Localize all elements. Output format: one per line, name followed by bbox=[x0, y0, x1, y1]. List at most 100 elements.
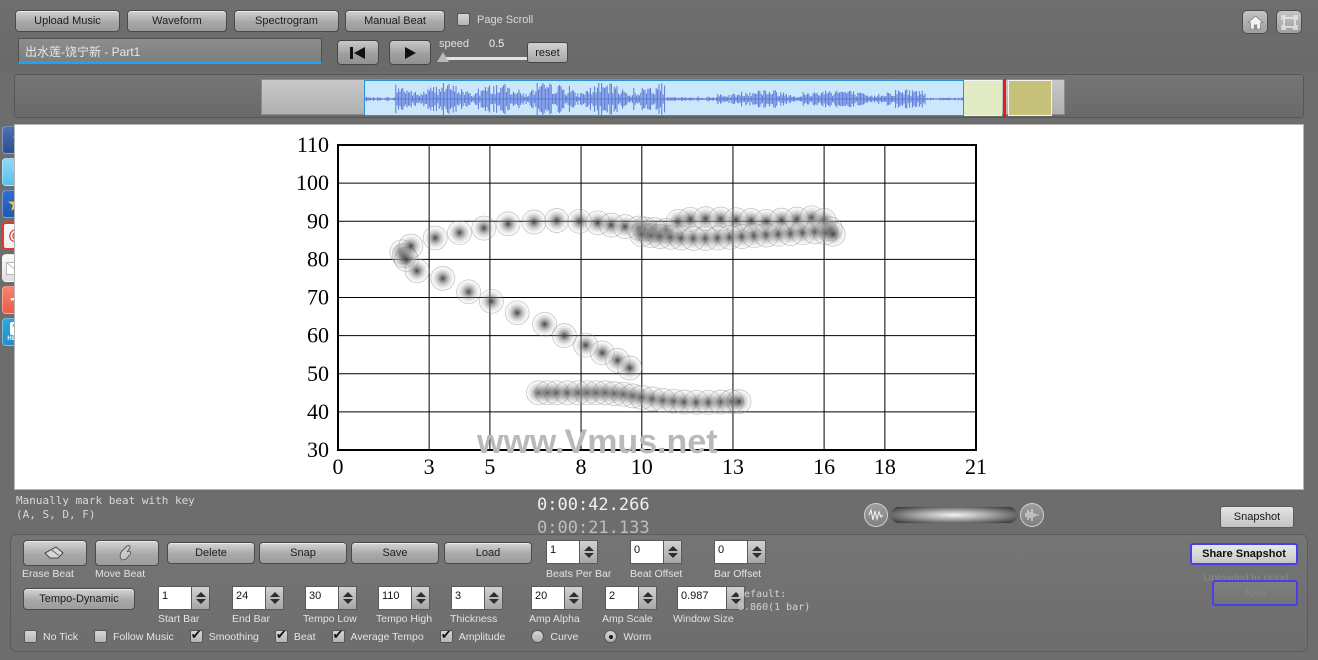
tempo-worm-plot[interactable]: 3040506070809010011003581013161821 bbox=[15, 125, 1303, 489]
curve-label: Curve bbox=[550, 631, 578, 643]
amplitude-slider-track[interactable] bbox=[890, 506, 1018, 524]
option-no-tick[interactable]: No Tick bbox=[24, 630, 78, 643]
move-beat-button[interactable] bbox=[95, 540, 159, 566]
tempo-low-arrows[interactable] bbox=[339, 586, 357, 610]
bar-offset-label: Bar Offset bbox=[714, 568, 761, 580]
amp-alpha-arrows[interactable] bbox=[565, 586, 583, 610]
amp-scale-label: Amp Scale bbox=[602, 613, 653, 625]
bar-offset-input[interactable]: 0 bbox=[714, 540, 748, 564]
option-amplitude[interactable]: Amplitude bbox=[440, 630, 506, 643]
amp-alpha-stepper[interactable]: 20 bbox=[531, 586, 583, 610]
tempo-high-stepper[interactable]: 110 bbox=[378, 586, 430, 610]
end-bar-arrows[interactable] bbox=[266, 586, 284, 610]
waveform-selection-region[interactable] bbox=[364, 80, 964, 116]
load-button[interactable]: Load bbox=[444, 542, 532, 564]
option-worm[interactable]: Worm bbox=[604, 630, 651, 643]
home-button[interactable] bbox=[1242, 10, 1268, 34]
waveform-tail-region[interactable] bbox=[1008, 80, 1052, 116]
window-size-stepper[interactable]: 0.987 bbox=[677, 586, 745, 610]
waveform-button[interactable]: Waveform bbox=[127, 10, 227, 32]
waveform-overview-track[interactable] bbox=[261, 79, 1065, 115]
smoothing-checkbox[interactable] bbox=[190, 630, 203, 643]
option-beat[interactable]: Beat bbox=[275, 630, 316, 643]
page-scroll-checkbox-group[interactable]: Page Scroll bbox=[457, 13, 533, 26]
tempo-high-input[interactable]: 110 bbox=[378, 586, 412, 610]
thickness-arrows[interactable] bbox=[485, 586, 503, 610]
amplitude-checkbox[interactable] bbox=[440, 630, 453, 643]
waveform-playhead[interactable] bbox=[1003, 79, 1006, 117]
join-button[interactable]: JOIN bbox=[1212, 580, 1298, 606]
worm-radio[interactable] bbox=[604, 630, 617, 643]
tempo-low-stepper[interactable]: 30 bbox=[305, 586, 357, 610]
beat-label: Beat bbox=[294, 631, 316, 643]
erase-beat-button[interactable] bbox=[23, 540, 87, 566]
bar-offset-arrows[interactable] bbox=[748, 540, 766, 564]
bar-offset-stepper[interactable]: 0 bbox=[714, 540, 766, 564]
thickness-input[interactable]: 3 bbox=[451, 586, 485, 610]
start-bar-stepper[interactable]: 1 bbox=[158, 586, 210, 610]
tempo-dynamic-button[interactable]: Tempo-Dynamic bbox=[23, 588, 135, 610]
option-follow-music[interactable]: Follow Music bbox=[94, 630, 174, 643]
page-scroll-checkbox[interactable] bbox=[457, 13, 470, 26]
save-button[interactable]: Save bbox=[351, 542, 439, 564]
option-average-tempo[interactable]: Average Tempo bbox=[332, 630, 424, 643]
tempo-chart-panel[interactable]: 3040506070809010011003581013161821 www.V… bbox=[14, 124, 1304, 490]
beat-offset-arrows[interactable] bbox=[664, 540, 682, 564]
share-snapshot-button[interactable]: Share Snapshot bbox=[1190, 543, 1298, 565]
page-scroll-label: Page Scroll bbox=[477, 14, 533, 26]
window-size-input[interactable]: 0.987 bbox=[677, 586, 727, 610]
fullscreen-button[interactable] bbox=[1276, 10, 1302, 34]
home-icon bbox=[1247, 15, 1264, 30]
beats-per-bar-input[interactable]: 1 bbox=[546, 540, 580, 564]
tempo-low-input[interactable]: 30 bbox=[305, 586, 339, 610]
upload-music-button[interactable]: Upload Music bbox=[15, 10, 120, 32]
tempo-high-arrows[interactable] bbox=[412, 586, 430, 610]
reset-speed-button[interactable]: reset bbox=[527, 42, 568, 63]
amp-scale-input[interactable]: 2 bbox=[605, 586, 639, 610]
end-bar-input[interactable]: 24 bbox=[232, 586, 266, 610]
beats-per-bar-arrows[interactable] bbox=[580, 540, 598, 564]
beat-offset-stepper[interactable]: 0 bbox=[630, 540, 682, 564]
amp-scale-arrows[interactable] bbox=[639, 586, 657, 610]
waveform-graphic bbox=[365, 81, 965, 117]
follow-music-label: Follow Music bbox=[113, 631, 174, 643]
manual-beat-button[interactable]: Manual Beat bbox=[345, 10, 445, 32]
start-bar-input[interactable]: 1 bbox=[158, 586, 192, 610]
start-bar-arrows[interactable] bbox=[192, 586, 210, 610]
waveform-dense-icon[interactable] bbox=[1020, 503, 1044, 527]
snapshot-button[interactable]: Snapshot bbox=[1220, 506, 1294, 528]
play-button[interactable] bbox=[389, 40, 431, 65]
speed-slider-knob[interactable] bbox=[437, 52, 449, 62]
thickness-stepper[interactable]: 3 bbox=[451, 586, 503, 610]
amp-scale-stepper[interactable]: 2 bbox=[605, 586, 657, 610]
svg-text:13: 13 bbox=[722, 454, 744, 479]
no-tick-checkbox[interactable] bbox=[24, 630, 37, 643]
track-title-field[interactable]: 出水莲-饶宁新 - Part1 bbox=[18, 38, 322, 64]
curve-radio[interactable] bbox=[531, 630, 544, 643]
beat-checkbox[interactable] bbox=[275, 630, 288, 643]
delete-button[interactable]: Delete bbox=[167, 542, 255, 564]
fullscreen-icon bbox=[1281, 15, 1298, 30]
tempo-high-label: Tempo High bbox=[376, 613, 432, 625]
beat-offset-input[interactable]: 0 bbox=[630, 540, 664, 564]
amp-alpha-input[interactable]: 20 bbox=[531, 586, 565, 610]
waveform-preview-region[interactable] bbox=[964, 80, 1002, 116]
snap-button[interactable]: Snap bbox=[259, 542, 347, 564]
svg-text:80: 80 bbox=[307, 246, 329, 271]
waveform-small-icon[interactable] bbox=[864, 503, 888, 527]
option-curve[interactable]: Curve bbox=[531, 630, 578, 643]
follow-music-checkbox[interactable] bbox=[94, 630, 107, 643]
option-smoothing[interactable]: Smoothing bbox=[190, 630, 259, 643]
eraser-icon bbox=[44, 545, 66, 561]
rewind-button[interactable] bbox=[337, 40, 379, 65]
beats-per-bar-stepper[interactable]: 1 bbox=[546, 540, 598, 564]
svg-text:0: 0 bbox=[333, 454, 344, 479]
spectrogram-button[interactable]: Spectrogram bbox=[234, 10, 339, 32]
end-bar-stepper[interactable]: 24 bbox=[232, 586, 284, 610]
worm-label: Worm bbox=[623, 631, 651, 643]
amplitude-slider-control[interactable] bbox=[864, 503, 1044, 527]
wave-high-glyph bbox=[1024, 508, 1041, 522]
svg-text:30: 30 bbox=[307, 437, 329, 462]
average-tempo-checkbox[interactable] bbox=[332, 630, 345, 643]
svg-text:21: 21 bbox=[965, 454, 987, 479]
